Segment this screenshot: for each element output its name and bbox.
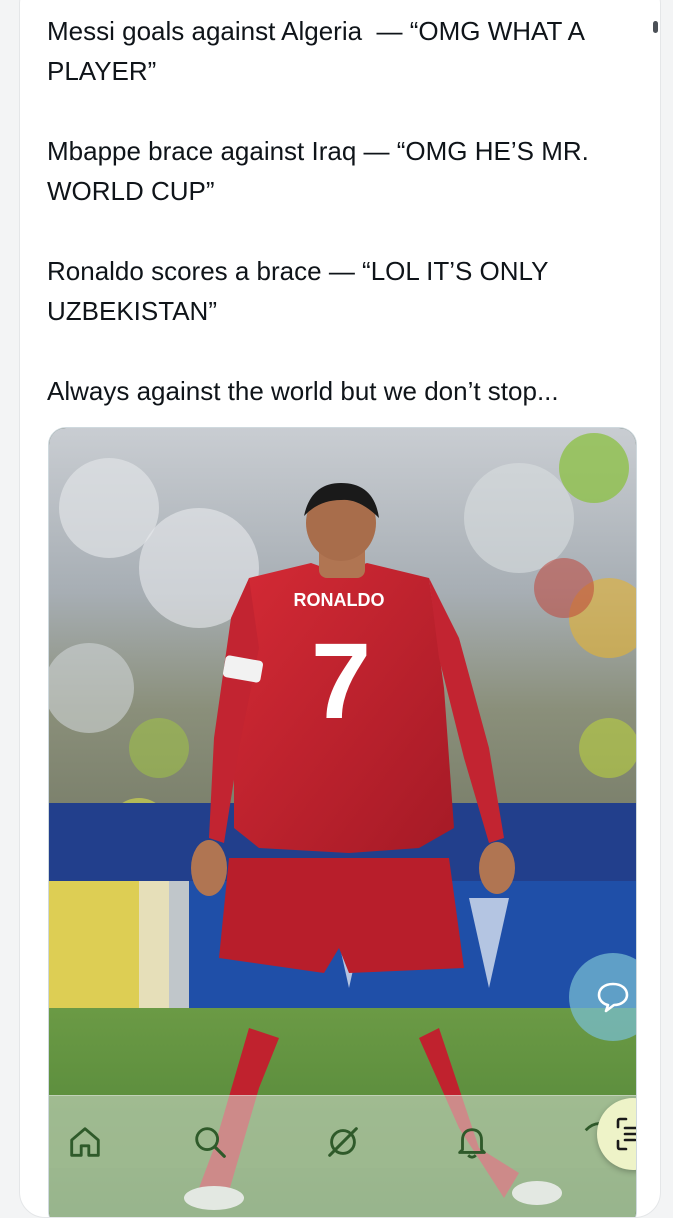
jersey-number: 7 [311,620,371,741]
nav-search[interactable] [190,1122,230,1162]
post-paragraph: Messi goals against Algeria — “OMG WHAT … [47,16,591,86]
chat-bubble-icon [597,982,629,1013]
grok-icon [328,1127,358,1157]
post-text: Messi goals against Algeria — “OMG WHAT … [47,11,647,411]
post-card[interactable]: Messi goals against Algeria — “OMG WHAT … [19,0,661,1218]
post-image[interactable]: RONALDO 7 [48,427,637,1217]
post-paragraph: Mbappe brace against Iraq — “OMG HE’S MR… [47,136,597,206]
bell-icon [458,1128,486,1159]
nav-grok[interactable] [323,1122,363,1162]
scan-text-icon [616,1117,636,1151]
post-paragraph: Always against the world but we don’t st… [47,376,559,406]
post-paragraph: Ronaldo scores a brace — “LOL IT’S ONLY … [47,256,556,326]
nav-notifications[interactable] [452,1122,492,1162]
nav-home[interactable] [65,1122,105,1162]
home-icon [70,1127,100,1157]
search-icon [195,1127,226,1158]
scroll-indicator[interactable] [653,21,658,33]
jersey-name: RONALDO [294,590,385,610]
